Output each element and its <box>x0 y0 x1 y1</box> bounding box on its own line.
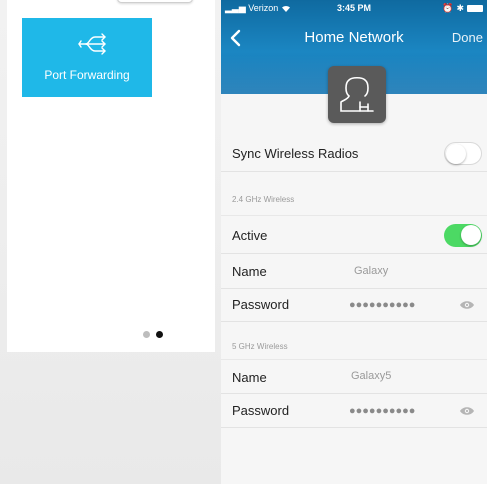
section-header-24ghz: 2.4 GHz Wireless <box>221 172 487 216</box>
sync-wireless-toggle[interactable] <box>444 142 482 165</box>
page-title: Home Network <box>304 29 404 46</box>
router-user-icon <box>340 76 374 112</box>
name-row-5ghz: Name Galaxy5 <box>221 360 487 394</box>
page-dot-1[interactable] <box>143 331 150 338</box>
password-label-5ghz: Password <box>232 403 290 418</box>
name-label-24ghz: Name <box>232 264 267 279</box>
name-field-5ghz[interactable]: Galaxy5 <box>351 370 391 382</box>
home-network-screen: ▂▃▅ Verizon 3:45 PM ⏰ ✱ Home Network Don… <box>221 0 487 484</box>
port-forwarding-icon <box>78 33 106 55</box>
top-button-edge[interactable] <box>117 0 193 3</box>
left-panel: Port Forwarding <box>7 0 215 352</box>
password-label-24ghz: Password <box>232 297 290 312</box>
toggle-knob <box>446 144 466 164</box>
password-field-24ghz[interactable]: ●●●●●●●●●● <box>349 299 415 311</box>
port-forwarding-tile[interactable]: Port Forwarding <box>22 18 152 97</box>
active-row: Active <box>221 216 487 254</box>
name-field-24ghz[interactable]: Galaxy <box>354 265 388 277</box>
active-label: Active <box>232 228 268 243</box>
router-avatar[interactable] <box>328 66 386 123</box>
active-toggle[interactable] <box>444 224 482 247</box>
name-label-5ghz: Name <box>232 370 267 385</box>
battery-icon <box>467 5 483 12</box>
password-row-24ghz: Password ●●●●●●●●●● <box>221 289 487 322</box>
section-label-5ghz: 5 GHz Wireless <box>232 342 288 351</box>
password-row-5ghz: Password ●●●●●●●●●● <box>221 394 487 428</box>
status-bar: ▂▃▅ Verizon 3:45 PM ⏰ ✱ <box>221 0 487 16</box>
status-right: ⏰ ✱ <box>442 3 483 14</box>
section-label-24ghz: 2.4 GHz Wireless <box>232 195 295 204</box>
done-button[interactable]: Done <box>452 30 483 45</box>
show-password-eye-icon[interactable] <box>459 406 475 416</box>
page-indicator[interactable] <box>143 331 163 338</box>
show-password-eye-icon[interactable] <box>459 300 475 310</box>
password-field-5ghz[interactable]: ●●●●●●●●●● <box>349 405 415 417</box>
section-header-5ghz: 5 GHz Wireless <box>221 322 487 360</box>
bluetooth-icon: ✱ <box>456 3 464 13</box>
sync-wireless-label: Sync Wireless Radios <box>232 146 359 161</box>
sync-wireless-row: Sync Wireless Radios <box>221 134 487 172</box>
toggle-knob <box>461 225 481 245</box>
page-dot-2-active[interactable] <box>156 331 163 338</box>
port-forwarding-label: Port Forwarding <box>44 68 130 82</box>
alarm-icon: ⏰ <box>442 3 454 13</box>
name-row-24ghz: Name Galaxy <box>221 254 487 289</box>
